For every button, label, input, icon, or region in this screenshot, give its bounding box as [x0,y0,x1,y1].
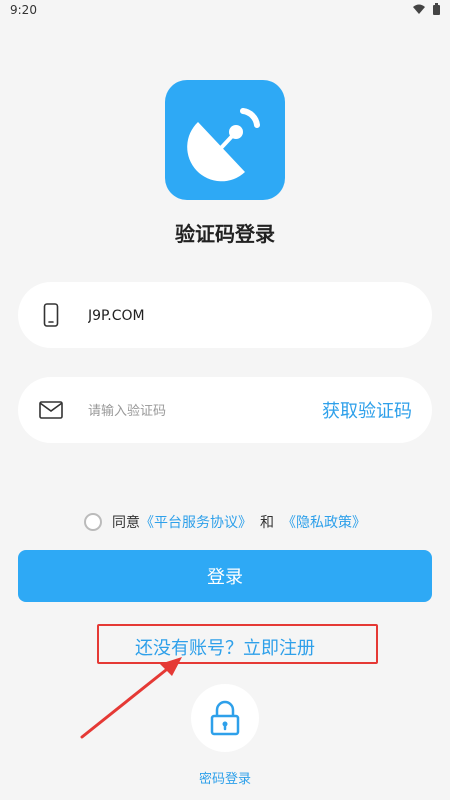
register-link[interactable]: 还没有账号？立即注册 [0,634,450,660]
lock-icon [210,700,240,736]
agreement-row: 同意 《平台服务协议》 和 《隐私政策》 [0,512,450,532]
mail-icon [39,401,63,419]
status-bar: 9:20 [0,0,450,20]
verification-code-input[interactable] [86,393,290,429]
app-logo [165,80,285,200]
login-button[interactable]: 登录 [18,550,432,602]
agreement-radio[interactable] [84,513,102,531]
satellite-dish-icon [187,108,260,182]
phone-input[interactable] [86,298,390,334]
password-login-label[interactable]: 密码登录 [0,768,450,787]
privacy-link[interactable]: 《隐私政策》 [282,512,366,532]
agreement-and: 和 [260,515,274,531]
phone-field[interactable] [18,282,432,348]
page-title: 验证码登录 [175,222,275,246]
phone-icon [43,303,59,327]
code-field[interactable]: 获取验证码 [18,377,432,443]
agreement-prefix: 同意 [112,515,140,531]
terms-link[interactable]: 《平台服务协议》 [140,512,252,532]
status-time: 9:20 [10,3,37,17]
wifi-icon [413,4,425,14]
password-login-button[interactable] [191,684,259,752]
battery-icon [433,3,440,15]
get-code-button[interactable]: 获取验证码 [322,397,412,423]
status-icons [413,3,440,15]
